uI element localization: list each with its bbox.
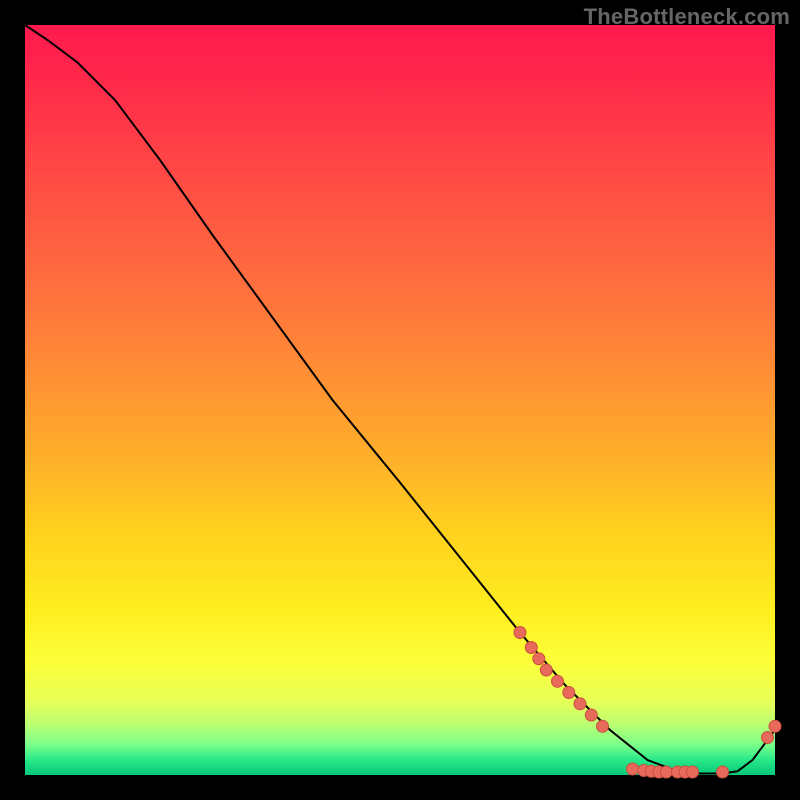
data-point [627,763,639,775]
chart-frame: TheBottleneck.com [0,0,800,800]
data-point [525,642,537,654]
data-point [533,653,545,665]
data-point [563,687,575,699]
data-point [514,627,526,639]
data-point [597,720,609,732]
data-point [540,664,552,676]
data-point [585,709,597,721]
data-point [660,766,672,778]
data-point [762,732,774,744]
data-point [574,698,586,710]
data-point [687,766,699,778]
chart-svg [25,25,775,775]
bottleneck-curve [25,25,775,774]
data-point [552,675,564,687]
data-point [769,720,781,732]
data-point [717,766,729,778]
plot-area [25,25,775,775]
data-points [514,627,781,779]
